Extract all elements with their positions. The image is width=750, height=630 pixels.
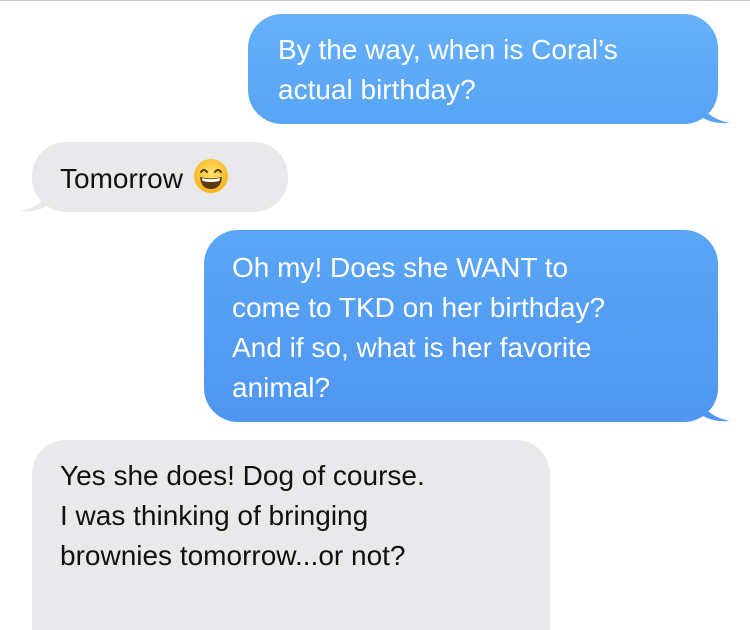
message-text: By the way, when is Coral’s actual birth… <box>278 34 618 105</box>
top-divider <box>0 0 750 1</box>
message-bubble-received[interactable]: Yes she does! Dog of course. I was think… <box>32 440 550 630</box>
message-text: Tomorrow <box>60 163 183 194</box>
bubble-tail-right <box>700 102 730 124</box>
message-text: Yes she does! Dog of course. I was think… <box>60 460 425 571</box>
message-bubble-sent[interactable]: By the way, when is Coral’s actual birth… <box>248 14 730 124</box>
bubble-tail-left <box>20 190 50 212</box>
message-text: Oh my! Does she WANT to come to TKD on h… <box>232 252 606 403</box>
bubble-tail-right <box>700 400 730 422</box>
message-bubble-received[interactable]: Tomorrow <box>20 142 288 212</box>
message-bubble-sent[interactable]: Oh my! Does she WANT to come to TKD on h… <box>204 230 730 422</box>
grinning-face-with-smiling-eyes-icon <box>193 159 228 193</box>
